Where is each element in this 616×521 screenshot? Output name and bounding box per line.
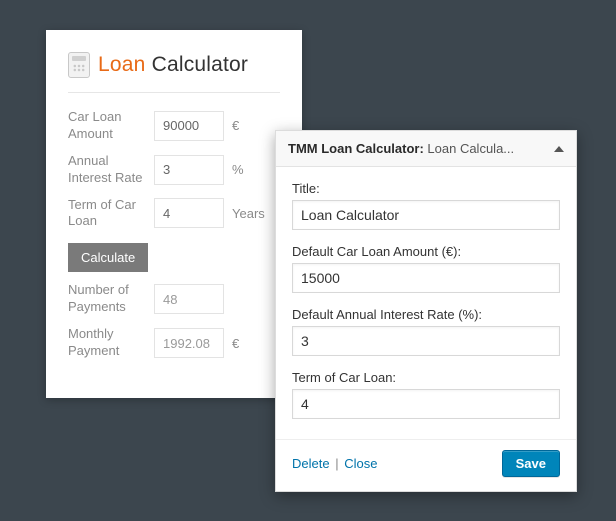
term-input[interactable] [154, 198, 224, 228]
term-row: Term of Car Loan Years [68, 197, 280, 231]
amount-unit: € [232, 118, 239, 133]
widget-title-row: Loan Calculator [68, 52, 280, 93]
settings-header-title: TMM Loan Calculator: Loan Calcula... [288, 141, 514, 156]
rate-unit: % [232, 162, 244, 177]
term-unit: Years [232, 206, 265, 221]
rate-label: Annual Interest Rate [68, 153, 146, 187]
settings-header-bold: TMM Loan Calculator: [288, 141, 424, 156]
settings-footer: Delete | Close Save [276, 439, 576, 491]
link-separator: | [335, 456, 338, 471]
num-payments-row: Number of Payments [68, 282, 280, 316]
widget-title-rest: Calculator [152, 53, 249, 76]
settings-header-sub: Loan Calcula... [427, 141, 514, 156]
widget-title-accent: Loan [98, 53, 146, 76]
num-payments-output [154, 284, 224, 314]
widget-title: Loan Calculator [98, 53, 248, 77]
loan-calculator-widget: Loan Calculator Car Loan Amount € Annual… [46, 30, 302, 398]
settings-links: Delete | Close [292, 456, 377, 471]
widget-settings-panel: TMM Loan Calculator: Loan Calcula... Tit… [275, 130, 577, 492]
num-payments-label: Number of Payments [68, 282, 146, 316]
save-button[interactable]: Save [502, 450, 560, 477]
monthly-row: Monthly Payment € [68, 326, 280, 360]
default-term-field[interactable] [292, 389, 560, 419]
default-rate-field[interactable] [292, 326, 560, 356]
monthly-unit: € [232, 336, 239, 351]
default-term-label: Term of Car Loan: [292, 370, 560, 385]
amount-row: Car Loan Amount € [68, 109, 280, 143]
settings-header[interactable]: TMM Loan Calculator: Loan Calcula... [276, 131, 576, 167]
amount-label: Car Loan Amount [68, 109, 146, 143]
title-field[interactable] [292, 200, 560, 230]
monthly-output [154, 328, 224, 358]
default-rate-label: Default Annual Interest Rate (%): [292, 307, 560, 322]
amount-input[interactable] [154, 111, 224, 141]
default-amount-field[interactable] [292, 263, 560, 293]
calculator-icon [68, 52, 90, 78]
title-field-label: Title: [292, 181, 560, 196]
rate-input[interactable] [154, 155, 224, 185]
close-link[interactable]: Close [344, 456, 377, 471]
delete-link[interactable]: Delete [292, 456, 330, 471]
chevron-up-icon [554, 146, 564, 152]
settings-body: Title: Default Car Loan Amount (€): Defa… [276, 167, 576, 439]
monthly-label: Monthly Payment [68, 326, 146, 360]
term-label: Term of Car Loan [68, 197, 146, 231]
calculate-button[interactable]: Calculate [68, 243, 148, 272]
rate-row: Annual Interest Rate % [68, 153, 280, 187]
default-amount-label: Default Car Loan Amount (€): [292, 244, 560, 259]
